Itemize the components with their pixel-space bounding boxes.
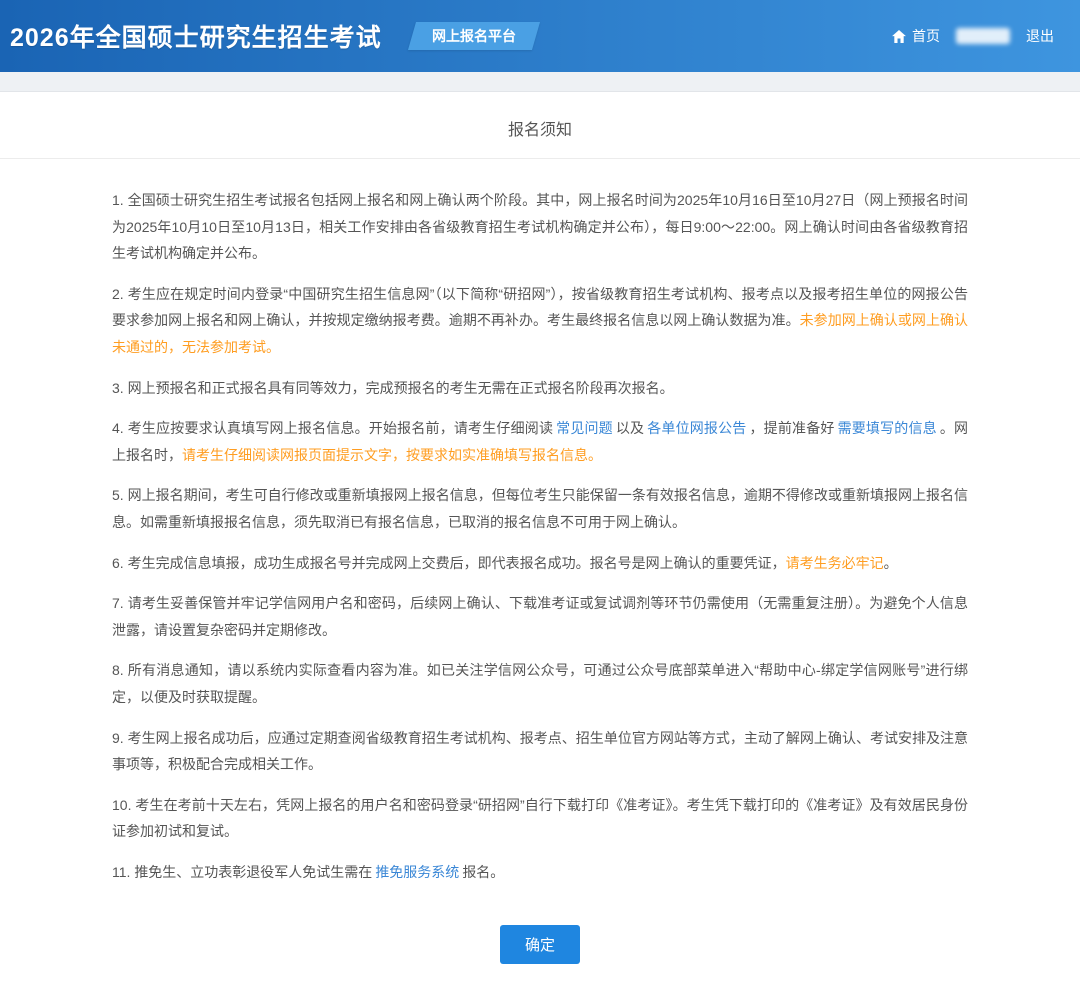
notice-paragraph: 2. 考生应在规定时间内登录“中国研究生招生信息网”（以下简称“研招网”），按省… [112,281,968,361]
notice-title: 报名须知 [0,92,1080,158]
paragraph-text: 8. 所有消息通知，请以系统内实际查看内容为准。如已关注学信网公众号，可通过公众… [112,662,968,705]
paragraph-text: 9. 考生网上报名成功后，应通过定期查阅省级教育招生考试机构、报考点、招生单位官… [112,730,968,773]
platform-badge-label: 网上报名平台 [432,26,516,46]
paragraph-text: 1. 全国硕士研究生招生考试报名包括网上报名和网上确认两个阶段。其中，网上报名时… [112,192,968,261]
notice-body: 1. 全国硕士研究生招生考试报名包括网上报名和网上确认两个阶段。其中，网上报名时… [0,159,1080,905]
notice-paragraph: 9. 考生网上报名成功后，应通过定期查阅省级教育招生考试机构、报考点、招生单位官… [112,725,968,778]
header-right: 首页 退出 [892,26,1054,46]
username-redacted [956,28,1010,44]
paragraph-text: 10. 考生在考前十天左右，凭网上报名的用户名和密码登录“研招网”自行下载打印《… [112,797,968,840]
paragraph-text: 。 [884,555,898,571]
paragraph-text: 6. 考生完成信息填报，成功生成报名号并完成网上交费后，即代表报名成功。报名号是… [112,555,786,571]
inline-link[interactable]: 需要填写的信息 [838,420,937,436]
paragraph-text: 4. 考生应按要求认真填写网上报名信息。开始报名前，请考生仔细阅读 [112,420,553,436]
notice-panel: 报名须知 1. 全国硕士研究生招生考试报名包括网上报名和网上确认两个阶段。其中，… [0,92,1080,1004]
notice-paragraph: 1. 全国硕士研究生招生考试报名包括网上报名和网上确认两个阶段。其中，网上报名时… [112,187,968,267]
warning-text: 请考生仔细阅读网报页面提示文字，按要求如实准确填写报名信息。 [182,447,602,463]
warning-text: 请考生务必牢记 [786,555,884,571]
inline-link[interactable]: 推免服务系统 [375,864,459,880]
paragraph-text: 11. 推免生、立功表彰退役军人免试生需在 [112,864,372,880]
inline-link[interactable]: 各单位网报公告 [647,420,746,436]
paragraph-text: 7. 请考生妥善保管并牢记学信网用户名和密码，后续网上确认、下载准考证或复试调剂… [112,595,968,638]
platform-badge: 网上报名平台 [408,22,540,50]
logout-link[interactable]: 退出 [1026,26,1054,46]
home-link-label: 首页 [912,26,940,46]
confirm-button-row: 确定 [0,905,1080,1004]
inline-link[interactable]: 常见问题 [556,420,613,436]
site-title: 2026年全国硕士研究生招生考试 [10,18,382,54]
header-left: 2026年全国硕士研究生招生考试 网上报名平台 [10,18,536,54]
paragraph-text: 报名。 [462,864,504,880]
notice-paragraph: 4. 考生应按要求认真填写网上报名信息。开始报名前，请考生仔细阅读常见问题以及各… [112,415,968,468]
paragraph-text: ，提前准备好 [749,420,834,436]
notice-paragraph: 7. 请考生妥善保管并牢记学信网用户名和密码，后续网上确认、下载准考证或复试调剂… [112,590,968,643]
notice-paragraph: 3. 网上预报名和正式报名具有同等效力，完成预报名的考生无需在正式报名阶段再次报… [112,375,968,402]
confirm-button[interactable]: 确定 [500,925,580,964]
sub-header-bar [0,72,1080,92]
paragraph-text: 5. 网上报名期间，考生可自行修改或重新填报网上报名信息，但每位考生只能保留一条… [112,487,968,530]
paragraph-text: 3. 网上预报名和正式报名具有同等效力，完成预报名的考生无需在正式报名阶段再次报… [112,380,674,396]
notice-paragraph: 11. 推免生、立功表彰退役军人免试生需在推免服务系统报名。 [112,859,968,886]
home-link[interactable]: 首页 [892,26,940,46]
app: 2026年全国硕士研究生招生考试 网上报名平台 首页 退出 报名须知 1. 全国… [0,0,1080,1004]
paragraph-text: 以及 [616,420,644,436]
notice-paragraph: 10. 考生在考前十天左右，凭网上报名的用户名和密码登录“研招网”自行下载打印《… [112,792,968,845]
home-icon [892,30,906,43]
header: 2026年全国硕士研究生招生考试 网上报名平台 首页 退出 [0,0,1080,72]
notice-paragraph: 6. 考生完成信息填报，成功生成报名号并完成网上交费后，即代表报名成功。报名号是… [112,550,968,577]
notice-paragraph: 8. 所有消息通知，请以系统内实际查看内容为准。如已关注学信网公众号，可通过公众… [112,657,968,710]
notice-paragraph: 5. 网上报名期间，考生可自行修改或重新填报网上报名信息，但每位考生只能保留一条… [112,482,968,535]
